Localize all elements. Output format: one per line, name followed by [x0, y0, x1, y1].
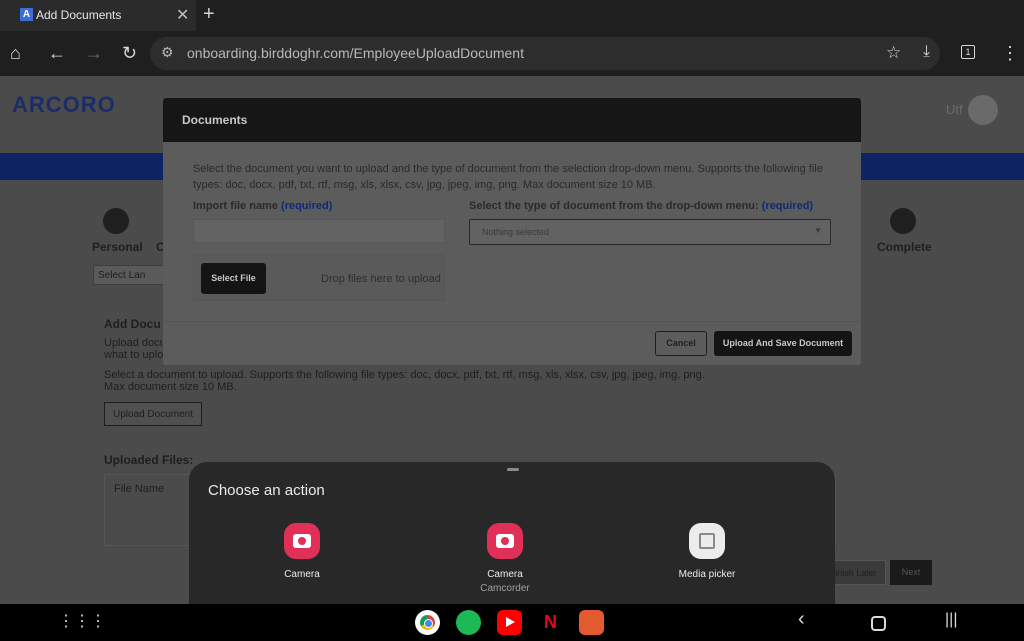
app-drawer-icon[interactable]: ⋮⋮⋮: [58, 611, 106, 631]
required-marker: (required): [761, 200, 814, 212]
home-nav-icon[interactable]: [871, 616, 886, 631]
cancel-button[interactable]: Cancel: [655, 331, 707, 356]
thumbs-up-icon: [890, 208, 916, 234]
app-label: Camera: [487, 569, 523, 580]
back-icon[interactable]: ←: [48, 43, 66, 64]
uploaded-files-heading: Uploaded Files:: [104, 453, 194, 467]
document-type-label: Select the type of document from the dro…: [469, 200, 813, 212]
home-icon[interactable]: ⌂: [10, 43, 21, 64]
tab-title: Add Documents: [36, 8, 122, 22]
section-title: Add Docu: [104, 317, 161, 331]
back-nav-icon[interactable]: ‹: [798, 608, 805, 631]
supported-types-text: Select a document to upload. Supports th…: [104, 369, 705, 381]
select-placeholder: Nothing selected: [482, 227, 550, 237]
app-sublabel: Camcorder: [480, 583, 530, 594]
recents-nav-icon[interactable]: |||: [945, 611, 957, 629]
close-tab-icon[interactable]: ✕: [176, 5, 189, 25]
spotify-icon[interactable]: [456, 610, 481, 635]
documents-modal: Documents Select the document you want t…: [163, 98, 861, 365]
netflix-icon[interactable]: N: [538, 610, 563, 635]
modal-header: [163, 98, 861, 142]
camera-icon: [487, 523, 523, 559]
chrome-icon[interactable]: [415, 610, 440, 635]
forward-icon[interactable]: →: [85, 43, 103, 64]
select-file-button[interactable]: Select File: [201, 263, 266, 294]
upload-and-save-button[interactable]: Upload And Save Document: [714, 331, 852, 356]
language-select[interactable]: Select Lan: [93, 265, 165, 285]
required-marker: (required): [281, 200, 333, 212]
step-personal: Personal: [92, 240, 143, 254]
site-settings-icon[interactable]: ⚙: [161, 44, 174, 61]
camcorder-app-option[interactable]: Camera Camcorder: [450, 523, 560, 594]
import-file-label-text: Import file name: [193, 200, 278, 212]
section-text: Upload docu: [104, 337, 166, 349]
media-picker-icon: [689, 523, 725, 559]
tab-count-icon[interactable]: 1: [961, 45, 975, 59]
arcoro-logo: ARCORO: [12, 92, 116, 117]
file-dropzone[interactable]: Select File Drop files here to upload: [193, 254, 445, 301]
avatar-icon[interactable]: [968, 95, 998, 125]
media-picker-app-option[interactable]: Media picker: [652, 523, 762, 580]
choose-action-sheet: Choose an action Camera Camera Camcorder…: [189, 462, 835, 604]
download-icon[interactable]: ⤓: [923, 43, 930, 61]
file-name-column-header: File Name: [114, 483, 165, 495]
step-complete: Complete: [877, 240, 932, 254]
bookmark-star-icon[interactable]: ☆: [886, 43, 901, 63]
next-button[interactable]: Next: [890, 560, 932, 585]
modal-description: Select the document you want to upload a…: [193, 163, 823, 191]
max-size-text: Max document size 10 MB.: [104, 381, 237, 393]
modal-title: Documents: [182, 113, 248, 127]
person-icon: [103, 208, 129, 234]
upload-document-button[interactable]: Upload Document: [104, 402, 202, 426]
document-type-label-text: Select the type of document from the dro…: [469, 200, 759, 212]
favicon-icon: A: [20, 8, 33, 21]
youtube-icon[interactable]: [497, 610, 522, 635]
finish-later-button[interactable]: inish Later: [826, 560, 886, 585]
app-label: Media picker: [678, 569, 736, 580]
app-icon[interactable]: [579, 610, 604, 635]
new-tab-icon[interactable]: +: [203, 3, 215, 26]
file-name-input[interactable]: [193, 219, 445, 243]
camera-app-option[interactable]: Camera: [247, 523, 357, 580]
sheet-handle[interactable]: [507, 468, 519, 471]
url-text[interactable]: onboarding.birddoghr.com/EmployeeUploadD…: [187, 45, 524, 61]
drop-files-text: Drop files here to upload: [321, 273, 441, 285]
section-text: what to uplo: [104, 349, 164, 361]
user-name: Utf: [946, 102, 963, 117]
document-type-select[interactable]: Nothing selected ▼: [469, 219, 831, 245]
chevron-down-icon: ▼: [814, 226, 822, 235]
camera-icon: [284, 523, 320, 559]
reload-icon[interactable]: ↻: [122, 43, 137, 64]
sheet-title: Choose an action: [208, 482, 325, 499]
app-label: Camera: [284, 569, 320, 580]
import-file-label: Import file name (required): [193, 200, 332, 212]
menu-dots-icon[interactable]: ⋮: [1001, 43, 1019, 64]
divider: [163, 321, 861, 322]
